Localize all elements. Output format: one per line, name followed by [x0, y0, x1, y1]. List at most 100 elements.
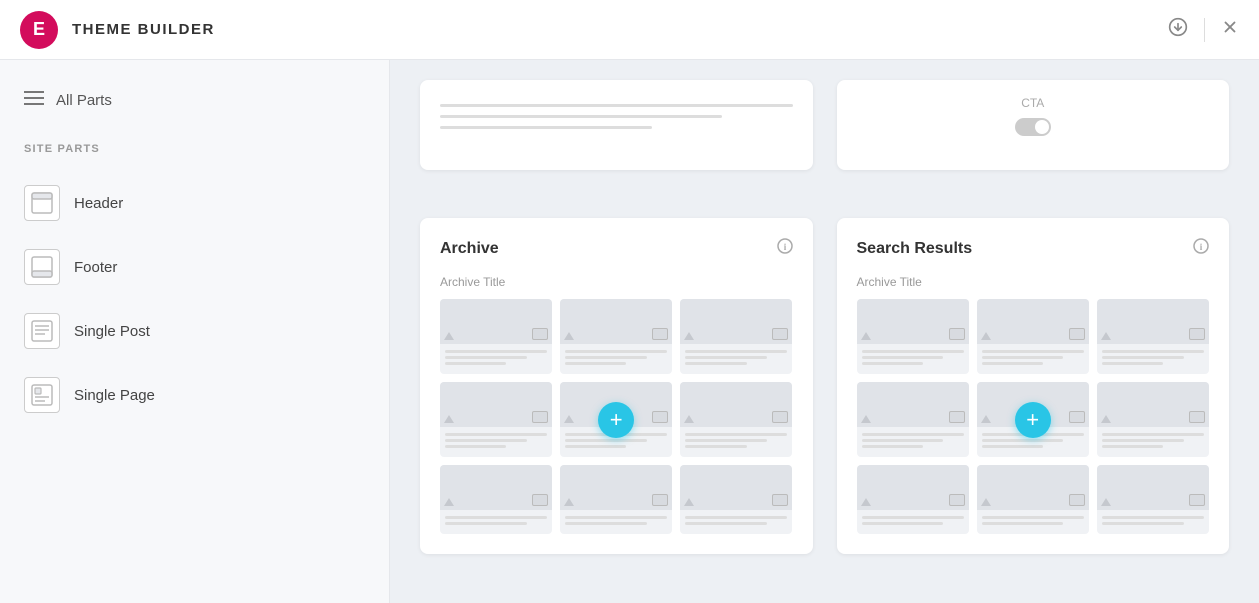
thumb [680, 382, 792, 427]
line [685, 522, 767, 525]
lines [1097, 510, 1209, 534]
line [685, 362, 746, 365]
line [685, 433, 787, 436]
search-results-card-header: Search Results i [857, 238, 1210, 259]
search-results-card: Search Results i Archive Title [837, 218, 1230, 554]
lines [440, 427, 552, 457]
line [565, 439, 647, 442]
header-actions [1168, 17, 1239, 42]
cta-label: CTA [853, 96, 1214, 110]
grid-item [440, 299, 552, 374]
line [862, 445, 923, 448]
line [445, 362, 506, 365]
line [862, 362, 923, 365]
search-results-add-button[interactable]: + [1015, 402, 1051, 438]
line [1102, 445, 1163, 448]
sidebar-item-single-page[interactable]: Single Page [24, 367, 365, 423]
line [1102, 439, 1184, 442]
line [565, 516, 667, 519]
thumb [440, 382, 552, 427]
archive-preview: Archive Title [440, 275, 793, 534]
top-partial-cards: CTA [420, 80, 1229, 194]
grid-item: + [977, 382, 1089, 457]
line [862, 516, 964, 519]
line [982, 356, 1064, 359]
line [982, 445, 1043, 448]
header-left: E THEME BUILDER [20, 11, 215, 49]
lines [560, 344, 672, 374]
thumb [857, 465, 969, 510]
top-card-header [420, 80, 813, 170]
grid-item [1097, 465, 1209, 534]
line [1102, 516, 1204, 519]
grid-item [560, 465, 672, 534]
line [982, 522, 1064, 525]
lines [440, 510, 552, 534]
archive-add-button[interactable]: + [598, 402, 634, 438]
lines [857, 427, 969, 457]
line [685, 439, 767, 442]
archive-card-header: Archive i [440, 238, 793, 259]
lines [857, 510, 969, 534]
line [862, 433, 964, 436]
header-divider [1204, 18, 1205, 42]
app-header: E THEME BUILDER [0, 0, 1259, 60]
archive-archive-label: Archive Title [440, 275, 793, 289]
single-page-label: Single Page [74, 387, 155, 404]
archive-info-icon[interactable]: i [777, 238, 793, 259]
grid-item [857, 465, 969, 534]
header-item-icon [24, 185, 60, 221]
grid-item [857, 382, 969, 457]
download-icon[interactable] [1168, 17, 1188, 42]
logo-letter: E [33, 19, 45, 40]
sidebar-item-footer[interactable]: Footer [24, 239, 365, 295]
all-parts-item[interactable]: All Parts [24, 90, 365, 111]
search-results-archive-label: Archive Title [857, 275, 1210, 289]
grid-item [680, 382, 792, 457]
line [445, 522, 527, 525]
thumb [560, 299, 672, 344]
toggle-track [1015, 118, 1051, 136]
toggle-thumb [1035, 120, 1049, 134]
single-page-item-icon [24, 377, 60, 413]
lines [680, 344, 792, 374]
lines [1097, 344, 1209, 374]
footer-item-icon [24, 249, 60, 285]
cta-toggle[interactable] [853, 118, 1214, 136]
line [1102, 362, 1163, 365]
line [862, 522, 944, 525]
grid-item [977, 299, 1089, 374]
sidebar-item-header[interactable]: Header [24, 175, 365, 231]
search-results-grid: + [857, 299, 1210, 534]
thumb [1097, 299, 1209, 344]
thumb [857, 299, 969, 344]
line [445, 356, 527, 359]
line [862, 439, 944, 442]
single-post-label: Single Post [74, 323, 150, 340]
thumb [440, 465, 552, 510]
lines [680, 427, 792, 457]
line [685, 445, 746, 448]
elementor-logo: E [20, 11, 58, 49]
archive-grid: + [440, 299, 793, 534]
sidebar-item-single-post[interactable]: Single Post [24, 303, 365, 359]
search-results-preview: Archive Title [857, 275, 1210, 534]
grid-item [977, 465, 1089, 534]
thumb [560, 465, 672, 510]
grid-item [1097, 382, 1209, 457]
lines [560, 510, 672, 534]
lines [440, 344, 552, 374]
grid-item [857, 299, 969, 374]
close-icon[interactable] [1221, 18, 1239, 41]
line [1102, 522, 1184, 525]
grid-item [560, 299, 672, 374]
scrollable-content: CTA Archive [420, 80, 1229, 603]
grid-item [1097, 299, 1209, 374]
line [445, 350, 547, 353]
search-results-info-icon[interactable]: i [1193, 238, 1209, 259]
app-title: THEME BUILDER [72, 21, 215, 38]
thumb [977, 299, 1089, 344]
line [982, 350, 1084, 353]
header-label: Header [74, 195, 123, 212]
grid-item [440, 465, 552, 534]
